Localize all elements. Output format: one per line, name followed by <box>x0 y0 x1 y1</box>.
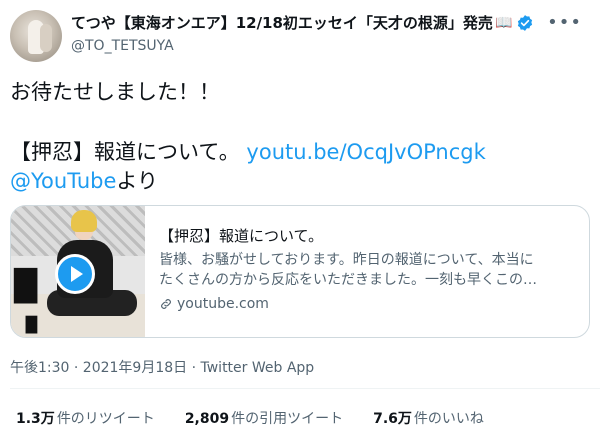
stat-label: 件のリツイート <box>56 411 155 427</box>
card-desc-line1: 皆様、お騒がせしております。昨日の報道について、本当に <box>159 252 534 268</box>
link-icon <box>161 299 171 309</box>
display-name[interactable]: てつや【東海オンエア】12/18初エッセイ「天才の根源」発売 <box>71 12 493 33</box>
tweet-text-line3-text: より <box>116 169 158 193</box>
tweet-text-line2-text: 【押忍】報道について。 <box>10 140 247 164</box>
stat-number: 7.6万 <box>373 411 412 427</box>
tweet-text-line2: 【押忍】報道について。 youtu.be/OcqJvOPncgk <box>10 138 486 166</box>
stat-quotes[interactable]: 2,809 件の引用ツイート <box>185 408 343 428</box>
handle[interactable]: @TO_TETSUYA <box>71 38 174 54</box>
card-domain: youtube.com <box>177 296 269 312</box>
play-icon[interactable] <box>55 254 95 294</box>
author-name-row[interactable]: てつや【東海オンエア】12/18初エッセイ「天才の根源」発売 📖 <box>71 12 534 33</box>
verified-icon <box>518 14 533 31</box>
card-domain-row: youtube.com <box>159 296 577 312</box>
video-thumbnail[interactable]: █ ▗ <box>11 206 145 337</box>
stat-label: 件のいいね <box>413 411 484 427</box>
tweet-stats: 1.3万 件のリツイート 2,809 件の引用ツイート 7.6万 件のいいね <box>16 408 514 428</box>
divider <box>10 388 600 389</box>
card-title: 【押忍】報道について。 <box>159 227 324 245</box>
stat-label: 件の引用ツイート <box>231 411 344 427</box>
tweet-meta[interactable]: 午後1:30 · 2021年9月18日 · Twitter Web App <box>10 357 314 377</box>
video-link[interactable]: youtu.be/OcqJvOPncgk <box>246 140 485 164</box>
book-icon: 📖 <box>494 14 513 31</box>
more-icon[interactable]: ••• <box>547 12 582 33</box>
tweet-text-line1: お待たせしました！！ <box>10 80 220 104</box>
avatar[interactable] <box>10 10 62 62</box>
link-preview-card[interactable]: █ ▗ 【押忍】報道について。 皆様、お騒がせしております。昨日の報道について、本… <box>10 205 590 338</box>
tweet-text-line3: @YouTubeより <box>10 167 158 195</box>
stat-likes[interactable]: 7.6万 件のいいね <box>373 408 484 428</box>
stat-number: 1.3万 <box>16 411 55 427</box>
youtube-mention-link[interactable]: @YouTube <box>10 169 116 193</box>
stat-number: 2,809 <box>184 411 230 427</box>
stat-retweets[interactable]: 1.3万 件のリツイート <box>16 408 155 428</box>
card-desc-line2: たくさんの方から反応をいただきました。一刻も早くこの… <box>159 272 537 288</box>
